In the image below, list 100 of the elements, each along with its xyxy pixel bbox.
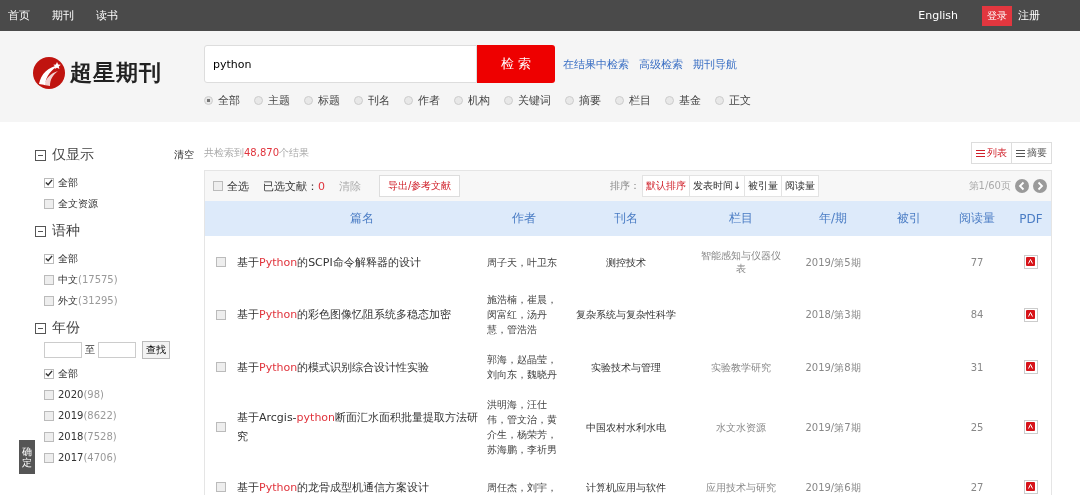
sort-button[interactable]: 默认排序	[641, 175, 690, 197]
page-indicator: 第1/60页	[968, 179, 1011, 193]
search-link[interactable]: 期刊导航	[693, 56, 737, 72]
collapse-icon[interactable]	[35, 225, 46, 237]
nav-link[interactable]: 读书	[96, 8, 118, 23]
filter-option: 2018(7528)	[58, 431, 117, 442]
table-cell: 2019/第5期	[805, 255, 861, 269]
year-from-field[interactable]	[44, 342, 82, 358]
column-header: 被引	[896, 210, 922, 227]
checkbox[interactable]	[44, 177, 54, 188]
filter-option: 2020(98)	[58, 389, 104, 400]
export-button[interactable]: 导出/参考文献	[379, 175, 461, 197]
column-header: 栏目	[728, 210, 754, 227]
radio-button[interactable]	[715, 96, 724, 105]
login-button[interactable]: 登录	[982, 5, 1012, 26]
radio-button[interactable]	[454, 96, 463, 105]
radio-button[interactable]	[665, 96, 674, 105]
pdf-icon[interactable]	[1024, 420, 1038, 434]
pdf-icon[interactable]	[1024, 255, 1038, 269]
filter-option: 全部	[58, 251, 78, 266]
radio-label: 全部	[218, 93, 240, 108]
checkbox[interactable]	[44, 295, 54, 306]
filter-title: 年份	[52, 319, 80, 337]
radio-button[interactable]	[204, 96, 213, 105]
clear-link[interactable]: 清空	[174, 148, 194, 162]
nav-link[interactable]: 期刊	[52, 8, 74, 23]
table-cell: 洪明海，汪仕伟，管文治，黄介生，杨荣芳，苏海鹏，李祈男	[487, 399, 557, 455]
radio-label: 标题	[318, 93, 340, 108]
filter-option: 全部	[58, 175, 78, 190]
table-cell: 周任杰，刘宇，	[487, 481, 557, 493]
radio-button[interactable]	[615, 96, 624, 105]
checkbox[interactable]	[44, 253, 54, 264]
collapse-icon[interactable]	[35, 149, 46, 161]
pdf-icon[interactable]	[1024, 307, 1038, 322]
row-checkbox[interactable]	[216, 309, 226, 320]
filter-option: 全文资源	[58, 196, 98, 211]
column-header: 刊名	[613, 210, 639, 227]
table-cell: 31	[970, 360, 984, 374]
radio-button[interactable]	[504, 96, 513, 105]
row-checkbox[interactable]	[216, 362, 226, 372]
column-header: 作者	[511, 210, 537, 227]
column-header: 篇名	[349, 210, 375, 227]
row-checkbox[interactable]	[216, 422, 226, 432]
register-link[interactable]: 注册	[1018, 8, 1040, 23]
search-link[interactable]: 在结果中检索	[563, 56, 629, 72]
checkbox[interactable]	[44, 431, 54, 442]
column-header: 年/期	[817, 210, 848, 227]
pdf-icon[interactable]	[1024, 480, 1038, 494]
table-cell: 周子天，叶卫东	[487, 256, 557, 268]
radio-label: 基金	[679, 93, 701, 108]
search-button[interactable]: 检 索	[477, 45, 555, 83]
row-checkbox[interactable]	[216, 257, 226, 267]
table-cell: 水文水资源	[716, 420, 766, 434]
radio-label: 正文	[729, 93, 751, 108]
filter-title: 语种	[52, 222, 80, 240]
sort-button[interactable]: 阅读量	[781, 175, 820, 197]
sort-button[interactable]: 被引量	[744, 175, 783, 197]
radio-button[interactable]	[304, 96, 313, 105]
sort-button[interactable]: 发表时间↓	[688, 175, 746, 197]
language-link[interactable]: English	[918, 9, 958, 22]
next-page-icon[interactable]	[1033, 179, 1047, 193]
row-checkbox[interactable]	[216, 482, 226, 492]
checkbox[interactable]	[44, 368, 54, 379]
table-cell: 25	[970, 420, 984, 434]
article-title[interactable]: 基于Python的彩色图像忆阻系统多稳态加密	[237, 305, 481, 324]
checkbox[interactable]	[44, 452, 54, 463]
search-link[interactable]: 高级检索	[639, 56, 683, 72]
checkbox[interactable]	[44, 198, 54, 209]
table-cell: 实验技术与管理	[591, 360, 661, 374]
confirm-tab[interactable]: 确定	[19, 440, 35, 474]
table-cell: 郭海，赵晶莹，刘向东，魏晓丹	[487, 354, 557, 380]
search-field[interactable]: python	[204, 45, 477, 83]
article-title[interactable]: 基于Arcgis-python断面汇水面积批量提取方法研究	[237, 408, 481, 446]
radio-button[interactable]	[404, 96, 413, 105]
radio-button[interactable]	[565, 96, 574, 105]
collapse-icon[interactable]	[35, 322, 46, 334]
checkbox[interactable]	[44, 274, 54, 285]
year-to-field[interactable]	[98, 342, 136, 358]
table-cell: 中国农村水利水电	[586, 420, 666, 434]
table-cell: 84	[970, 308, 984, 321]
article-title[interactable]: 基于Python的模式识别综合设计性实验	[237, 357, 481, 377]
nav-link[interactable]: 首页	[8, 8, 30, 23]
pdf-icon[interactable]	[1024, 360, 1038, 374]
radio-button[interactable]	[354, 96, 363, 105]
checkbox[interactable]	[44, 389, 54, 400]
article-title[interactable]: 基于Python的龙骨成型机通信方案设计	[237, 477, 481, 495]
table-cell: 2019/第6期	[805, 480, 861, 494]
table-cell: 复杂系统与复杂性科学	[576, 308, 676, 321]
table-cell: 2019/第8期	[805, 360, 861, 374]
select-all-checkbox[interactable]	[213, 181, 223, 191]
selected-count: 已选文献：0	[263, 178, 325, 194]
previous-page-icon[interactable]	[1015, 179, 1029, 193]
checkbox[interactable]	[44, 410, 54, 421]
select-all-label: 全选	[227, 178, 249, 194]
find-button[interactable]: 查找	[142, 341, 170, 359]
article-title[interactable]: 基于Python的SCPI命令解释器的设计	[237, 252, 481, 272]
filter-option: 全部	[58, 366, 78, 381]
filter-option: 外文(31295)	[58, 293, 118, 308]
radio-button[interactable]	[254, 96, 263, 105]
result-count: 共检索到48,870个结果	[204, 146, 309, 160]
